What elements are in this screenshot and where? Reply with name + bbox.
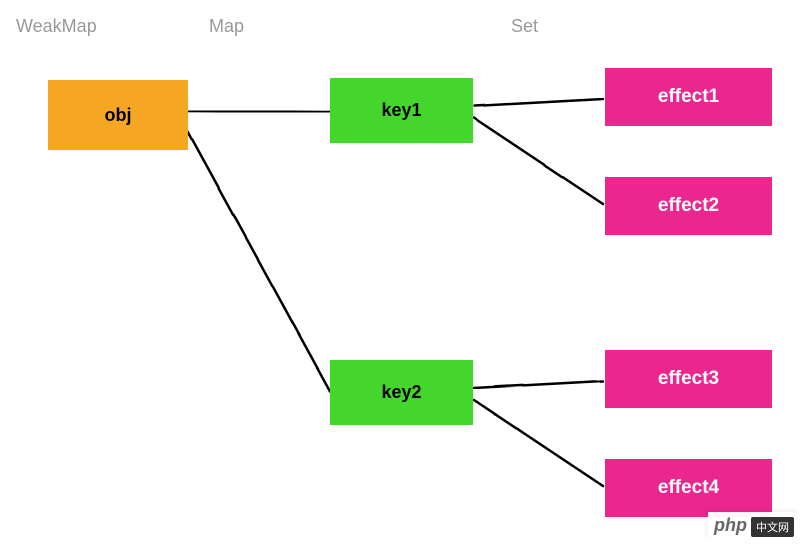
node-effect1: effect1 bbox=[605, 68, 772, 126]
node-obj: obj bbox=[48, 80, 188, 150]
node-effect3: effect3 bbox=[605, 350, 772, 408]
node-key1: key1 bbox=[330, 78, 473, 143]
header-set: Set bbox=[511, 16, 538, 37]
header-map: Map bbox=[209, 16, 244, 37]
watermark: php 中文网 bbox=[708, 512, 800, 540]
watermark-brand: php bbox=[714, 515, 747, 536]
watermark-suffix: 中文网 bbox=[751, 517, 794, 537]
node-effect4: effect4 bbox=[605, 459, 772, 517]
node-key2: key2 bbox=[330, 360, 473, 425]
header-weakmap: WeakMap bbox=[16, 16, 97, 37]
node-effect2: effect2 bbox=[605, 177, 772, 235]
